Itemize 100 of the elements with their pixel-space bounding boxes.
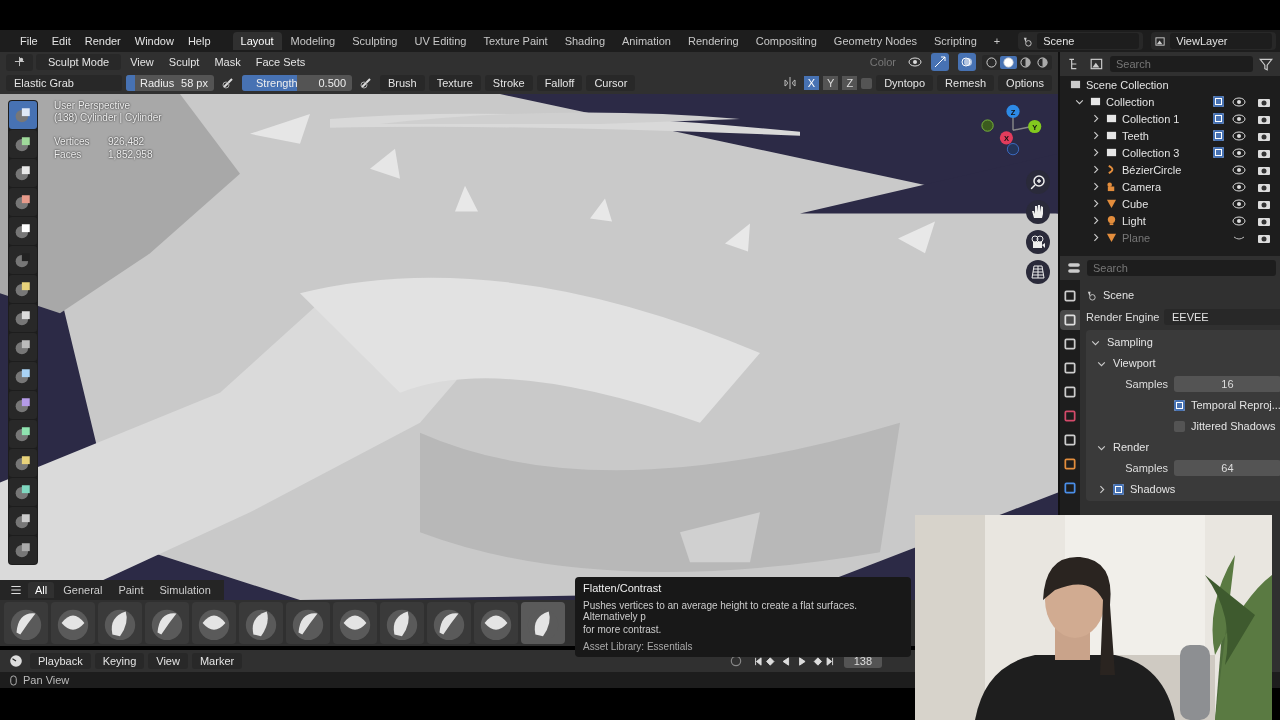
render-engine-dropdown[interactable]: EEVEE	[1164, 309, 1280, 325]
search-field[interactable]: Search	[1110, 56, 1253, 72]
subpanel-title[interactable]: Shadows	[1130, 483, 1176, 495]
menu-item[interactable]: Sculpt	[162, 54, 206, 70]
shading-mode-button[interactable]	[1000, 55, 1017, 69]
editor-type-icon[interactable]	[1067, 261, 1081, 275]
brush-thumbnail[interactable]	[333, 602, 377, 644]
workspace-tab[interactable]: Modeling	[282, 32, 344, 50]
menu-item[interactable]: Render	[78, 33, 127, 49]
workspace-tab[interactable]: UV Editing	[406, 32, 475, 50]
checkbox[interactable]	[1213, 113, 1224, 124]
settings-dropdown[interactable]: Cursor	[586, 75, 636, 91]
checkbox[interactable]	[1174, 399, 1185, 411]
eye-icon[interactable]	[908, 55, 922, 69]
axis-toggle[interactable]: X	[803, 76, 820, 90]
outliner-item[interactable]: Light	[1122, 214, 1146, 227]
workspace-tab[interactable]: Texture Paint	[475, 32, 556, 50]
settings-dropdown[interactable]: Texture	[428, 75, 481, 91]
remesh-dropdown[interactable]: Remesh	[937, 75, 995, 91]
filter-icon[interactable]	[1090, 57, 1104, 71]
panel-title[interactable]: Sampling	[1107, 336, 1153, 348]
brush-thumbnail[interactable]	[98, 602, 142, 644]
gizmo-toggle-icon[interactable]	[931, 53, 949, 71]
checkbox[interactable]	[1213, 147, 1224, 158]
number-field[interactable]: 64	[1174, 460, 1280, 476]
scene-selector[interactable]: Scene	[1018, 32, 1144, 50]
outliner-item[interactable]: BézierCircle	[1122, 163, 1182, 176]
eye-icon[interactable]	[1232, 145, 1246, 160]
options-dropdown[interactable]: Options	[998, 75, 1052, 91]
brush-thumbnail[interactable]	[521, 602, 565, 644]
dyntopo-dropdown[interactable]: Dyntopo	[876, 75, 934, 91]
workspace-tab[interactable]: Shading	[556, 32, 614, 50]
view-layer-selector[interactable]: ViewLayer	[1151, 32, 1277, 50]
funnel-icon[interactable]	[1259, 57, 1273, 71]
properties-tab[interactable]	[1060, 310, 1080, 330]
workspace-tab[interactable]: Scripting	[926, 32, 985, 50]
settings-dropdown[interactable]: Brush	[380, 75, 425, 91]
outliner-item[interactable]: Camera	[1122, 180, 1162, 193]
menu-item[interactable]: Help	[181, 33, 217, 49]
workspace-tab[interactable]: Geometry Nodes	[825, 32, 925, 50]
brush-thumbnail[interactable]	[286, 602, 330, 644]
active-tool-dropdown[interactable]: Elastic Grab	[6, 75, 122, 91]
outliner-item[interactable]: Collection 1	[1122, 112, 1180, 125]
menu-item[interactable]: Window	[128, 33, 180, 49]
menu-item[interactable]: View	[124, 54, 160, 70]
shading-mode-button[interactable]	[1017, 55, 1034, 69]
clock-icon[interactable]	[9, 654, 23, 668]
pen-pressure-icon[interactable]	[221, 76, 235, 90]
eye-icon[interactable]	[1232, 196, 1246, 211]
pen-pressure-icon[interactable]	[359, 76, 373, 90]
checkbox[interactable]	[1213, 130, 1224, 141]
brush-thumbnail[interactable]	[427, 602, 471, 644]
brush-thumbnail[interactable]	[239, 602, 283, 644]
number-field[interactable]: 16	[1174, 376, 1280, 392]
workspace-tab[interactable]: Rendering	[679, 32, 747, 50]
brush-thumbnail[interactable]	[380, 602, 424, 644]
search-field[interactable]: Search	[1087, 260, 1276, 276]
axis-toggle[interactable]: Y	[823, 76, 839, 90]
workspace-tab[interactable]: Layout	[232, 32, 282, 50]
strength-slider[interactable]: Strength 0.500	[242, 75, 352, 91]
subpanel-title[interactable]: Viewport	[1113, 357, 1156, 369]
eye-icon[interactable]	[1232, 179, 1246, 194]
timeline-menu[interactable]: View	[148, 653, 188, 669]
add-workspace-button[interactable]: +	[985, 32, 1009, 50]
outliner-item[interactable]: Cube	[1122, 197, 1149, 210]
eye-icon[interactable]	[1232, 162, 1246, 177]
shading-mode-button[interactable]	[983, 55, 1000, 69]
record-icon[interactable]	[728, 654, 743, 668]
settings-dropdown[interactable]: Stroke	[484, 75, 533, 91]
settings-dropdown[interactable]: Falloff	[536, 75, 583, 91]
checkbox[interactable]	[1174, 420, 1185, 432]
editor-type-button[interactable]	[6, 53, 33, 71]
radius-slider[interactable]: Radius 58 px	[126, 75, 214, 91]
workspace-tab[interactable]: Animation	[614, 32, 679, 50]
axis-toggle[interactable]: Z	[842, 76, 858, 90]
checkbox[interactable]	[1213, 96, 1224, 107]
menu-item[interactable]: File	[14, 33, 44, 49]
brush-thumbnail[interactable]	[51, 602, 95, 644]
eye-icon[interactable]	[1232, 111, 1246, 126]
eye-icon[interactable]	[1232, 128, 1246, 143]
timeline-menu[interactable]: Marker	[191, 653, 243, 669]
checkbox-label[interactable]: Jittered Shadows	[1191, 420, 1276, 432]
workspace-tab[interactable]: Sculpting	[344, 32, 406, 50]
brush-thumbnail[interactable]	[145, 602, 189, 644]
brush-thumbnail[interactable]	[192, 602, 236, 644]
shading-mode-button[interactable]	[1034, 55, 1051, 69]
mode-dropdown[interactable]: Sculpt Mode	[36, 54, 122, 70]
workspace-tab[interactable]: Compositing	[747, 32, 825, 50]
checkbox[interactable]	[861, 77, 873, 89]
outliner-item[interactable]: Collection	[1106, 95, 1155, 108]
menu-item[interactable]: Mask	[208, 54, 247, 70]
subpanel-title[interactable]: Render	[1113, 441, 1150, 453]
menu-item[interactable]: Edit	[45, 33, 77, 49]
overlay-toggle-icon[interactable]	[958, 53, 976, 71]
menu-item[interactable]: Face Sets	[249, 54, 312, 70]
brush-thumbnail[interactable]	[4, 602, 48, 644]
outliner-item[interactable]: Plane	[1122, 231, 1151, 244]
checkbox-label[interactable]: Temporal Reproj...	[1191, 399, 1280, 411]
outliner-item[interactable]: Collection 3	[1122, 146, 1180, 159]
brush-thumbnail[interactable]	[474, 602, 518, 644]
